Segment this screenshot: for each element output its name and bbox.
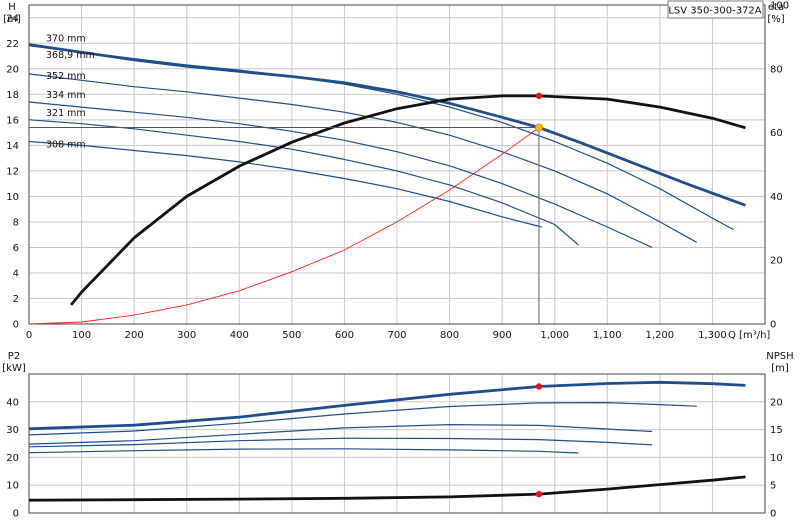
npsh-point-marker	[535, 490, 543, 498]
y-tick-label-npsh: 20	[770, 397, 783, 408]
chart-title: LSV 350-300-372A	[668, 6, 761, 17]
y-tick-label-eta: 60	[770, 128, 783, 139]
y-tick-label-p2: 30	[6, 425, 19, 436]
y-tick-label-p2: 20	[6, 453, 19, 464]
curve-p2-321-mm	[28, 437, 653, 448]
diameter-label: 321 mm	[46, 108, 86, 119]
y-axis-title-head: H	[8, 2, 16, 13]
x-tick-label: 1,200	[646, 330, 675, 341]
y-tick-label-npsh: 0	[770, 509, 776, 520]
y-tick-label-eta: 80	[770, 64, 783, 75]
y-tick-label-eta: 40	[770, 192, 783, 203]
y-tick-label-p2: 40	[6, 397, 19, 408]
y-tick-label-eta: 20	[770, 256, 783, 267]
y-tick-label-head: 20	[6, 64, 19, 75]
curve-308-mm	[28, 140, 542, 228]
x-tick-label: 900	[493, 330, 512, 341]
y-tick-label-head: 18	[6, 90, 19, 101]
y-tick-label-head: 4	[13, 268, 19, 279]
diameter-label: 352 mm	[46, 71, 86, 82]
top-gridlines	[29, 5, 765, 324]
y-axis-title-eta: eta	[768, 2, 784, 13]
x-tick-label: 800	[440, 330, 459, 341]
curve-p2-308-mm	[28, 448, 579, 454]
y-axis-unit-head: [m]	[3, 14, 21, 25]
x-tick-label: 100	[72, 330, 91, 341]
x-tick-label: 600	[335, 330, 354, 341]
x-tick-label: 300	[177, 330, 196, 341]
y-tick-label-head: 14	[6, 141, 19, 152]
impeller-diameter-labels: 370 mm 368,9 mm 352 mm 334 mm 321 mm 308 mm	[46, 34, 95, 151]
curve-p2-370-mm	[28, 380, 746, 431]
y-tick-label-head: 6	[13, 243, 19, 254]
curve-npsh	[28, 475, 746, 502]
curve-p2-334-mm	[28, 424, 653, 445]
y-tick-label-head: 12	[6, 166, 19, 177]
y-tick-label-head: 22	[6, 39, 19, 50]
bottom-gridlines	[29, 374, 765, 513]
y-axis-unit-p2: [kW]	[2, 363, 26, 374]
x-tick-label: 0	[26, 330, 32, 341]
top-curves	[28, 43, 746, 325]
bottom-curves	[28, 380, 746, 502]
diameter-label: 370 mm	[46, 34, 86, 45]
y-tick-label-head: 16	[6, 115, 19, 126]
y-tick-label-npsh: 10	[770, 453, 783, 464]
duty-point-marker	[534, 123, 543, 132]
x-tick-label: 400	[230, 330, 249, 341]
y-tick-label-npsh: 15	[770, 425, 783, 436]
y-axis-title-npsh: NPSH	[766, 351, 793, 362]
y-tick-label-head: 0	[13, 320, 19, 331]
x-tick-label: 1,000	[540, 330, 569, 341]
y-tick-label-p2: 10	[6, 481, 19, 492]
diameter-label: 334 mm	[46, 90, 86, 101]
y-tick-label-p2: 0	[13, 509, 19, 520]
x-tick-label: 700	[387, 330, 406, 341]
x-tick-label: 500	[282, 330, 301, 341]
y-axis-title-p2: P2	[8, 351, 20, 362]
y-tick-label-npsh: 5	[770, 481, 776, 492]
y-tick-label-head: 8	[13, 217, 19, 228]
x-tick-label: 1,100	[593, 330, 622, 341]
y-tick-label-head: 10	[6, 192, 19, 203]
operating-point-lines	[29, 127, 540, 324]
diameter-label: 308 mm	[46, 140, 86, 151]
eta-point-marker	[535, 92, 543, 100]
p2-point-marker	[535, 383, 543, 390]
curve-system	[28, 127, 540, 325]
x-tick-label: 200	[125, 330, 144, 341]
x-axis-title: Q [m³/h]	[728, 330, 770, 341]
diameter-label: 368,9 mm	[46, 50, 95, 61]
y-axis-unit-eta: [%]	[767, 14, 784, 25]
pump-performance-chart: 0 100 200 300 400 500 600 700 800 900 1,000 1,100 1,…	[2, 0, 794, 520]
curve-368-9-mm	[28, 45, 734, 231]
y-axis-unit-npsh: [m]	[771, 363, 789, 374]
x-tick-label: 1,300	[698, 330, 727, 341]
y-tick-label-eta: 0	[770, 320, 776, 331]
y-tick-label-head: 2	[13, 294, 19, 305]
